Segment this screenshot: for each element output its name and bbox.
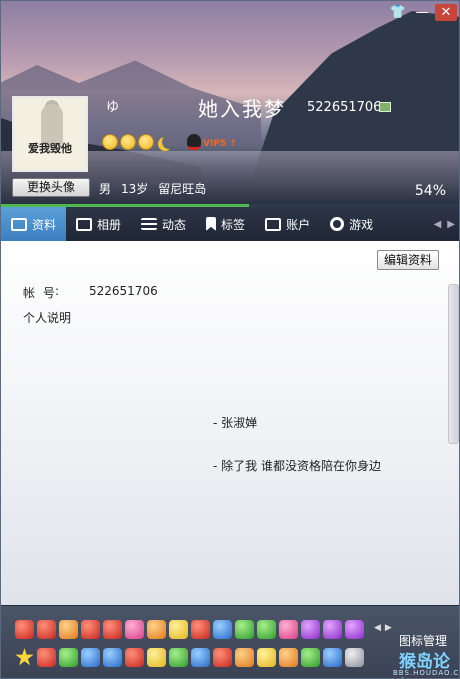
icon-bar-right-icon[interactable]: ▶	[385, 623, 392, 633]
profile-header: 👕 — ✕ 爱我毁他 更换头像 ゆ 她入我梦 522651706 VIP5 ↑ …	[1, 1, 459, 206]
qq-number-copy-icon[interactable]	[379, 102, 391, 112]
tab-scroll-right-icon[interactable]: ▶	[447, 219, 455, 230]
nickname-mark: ゆ	[106, 100, 120, 115]
smile-icon[interactable]	[102, 134, 118, 150]
tab-account[interactable]: 账户	[255, 207, 320, 241]
service-star-icon[interactable]	[15, 648, 34, 666]
minimize-button[interactable]: —	[411, 4, 433, 21]
qq-number: 522651706	[307, 100, 382, 115]
service-yellow-icon[interactable]	[169, 620, 188, 639]
service-red-icon[interactable]	[191, 620, 210, 639]
smile-icon[interactable]	[138, 134, 154, 150]
signature-line-2: - 除了我 谁都没资格陪在你身边	[213, 459, 381, 473]
account-colon: :	[55, 284, 60, 298]
service-orange-icon[interactable]	[279, 648, 298, 667]
avatar[interactable]: 爱我毁他	[12, 96, 88, 172]
tab-account-label: 账户	[286, 217, 311, 232]
tab-profile[interactable]: 资料	[1, 207, 67, 241]
qq-penguin-icon[interactable]	[187, 134, 201, 150]
service-orange-icon[interactable]	[147, 620, 166, 639]
qq-profile-window: 👕 — ✕ 爱我毁他 更换头像 ゆ 她入我梦 522651706 VIP5 ↑ …	[0, 0, 460, 679]
gender: 男	[99, 182, 112, 196]
status-emoticons	[102, 134, 176, 150]
window-controls: 👕 — ✕	[387, 4, 457, 21]
service-purple-icon[interactable]	[301, 620, 320, 639]
service-green-icon[interactable]	[169, 648, 188, 667]
service-icons-row-1	[15, 620, 364, 639]
service-purple-icon[interactable]	[323, 620, 342, 639]
location: 留尼旺岛	[158, 182, 207, 196]
service-icon-bar: ◀ ▶ 图标管理 猴岛论坛 BBS.HOUDAO.COM	[1, 605, 460, 678]
feed-list-icon	[141, 218, 158, 230]
personal-description-label: 个人说明	[23, 311, 72, 325]
service-green-icon[interactable]	[235, 620, 254, 639]
tab-scroll: ◀ ▶	[434, 207, 459, 241]
tab-tags-label: 标签	[221, 217, 246, 232]
icon-bar-left-icon[interactable]: ◀	[374, 623, 381, 633]
service-yellow-icon[interactable]	[257, 648, 276, 667]
service-pink-icon[interactable]	[279, 620, 298, 639]
skin-icon[interactable]: 👕	[387, 4, 409, 21]
profile-tabs: 资料 相册 动态 标签 账户 游戏 ◀ ▶	[1, 207, 459, 241]
service-yellow-icon[interactable]	[147, 648, 166, 667]
change-avatar-button[interactable]: 更换头像	[12, 178, 90, 197]
tab-album-label: 相册	[97, 217, 122, 232]
tab-album[interactable]: 相册	[66, 207, 131, 241]
account-label: 帐 号	[23, 286, 57, 300]
profile-card-icon	[11, 217, 27, 231]
account-value: 522651706	[89, 284, 158, 298]
tab-tags[interactable]: 标签	[196, 207, 255, 241]
service-red-icon[interactable]	[37, 648, 56, 667]
tab-profile-label: 资料	[32, 217, 57, 232]
content-scrollbar[interactable]	[448, 284, 459, 444]
tab-games[interactable]: 游戏	[320, 207, 383, 241]
vip-badge[interactable]: VIP5 ↑	[203, 139, 237, 149]
close-button[interactable]: ✕	[435, 4, 457, 21]
profile-completeness: 54%	[414, 183, 446, 199]
service-blue-icon[interactable]	[103, 648, 122, 667]
service-blue-icon[interactable]	[81, 648, 100, 667]
wallet-icon	[265, 217, 282, 231]
basic-info: 男 13岁 留尼旺岛	[99, 180, 206, 197]
service-orange-icon[interactable]	[59, 620, 78, 639]
service-blue-icon[interactable]	[213, 620, 232, 639]
service-blue-icon[interactable]	[323, 648, 342, 667]
service-pink-icon[interactable]	[125, 620, 144, 639]
service-red-icon[interactable]	[81, 620, 100, 639]
service-red-icon[interactable]	[125, 648, 144, 667]
smile-icon[interactable]	[120, 134, 136, 150]
nickname: 她入我梦	[198, 97, 286, 121]
forum-watermark-url: BBS.HOUDAO.COM	[393, 669, 460, 677]
signature-line-1: - 张淑婵	[213, 416, 258, 430]
bookmark-icon	[206, 217, 217, 231]
profile-content: 编辑资料 帐 号 : 522651706 个人说明 - 张淑婵 - 除了我 谁都…	[1, 241, 459, 605]
service-orange-icon[interactable]	[235, 648, 254, 667]
age: 13岁	[121, 182, 149, 196]
tab-games-label: 游戏	[349, 217, 374, 232]
service-red-icon[interactable]	[15, 620, 34, 639]
gear-icon	[330, 217, 345, 231]
tab-feed[interactable]: 动态	[131, 207, 196, 241]
avatar-caption: 爱我毁他	[28, 142, 72, 155]
service-green-icon[interactable]	[301, 648, 320, 667]
service-purple-icon[interactable]	[345, 620, 364, 639]
service-red-icon[interactable]	[37, 620, 56, 639]
tab-scroll-left-icon[interactable]: ◀	[434, 219, 442, 230]
service-green-icon[interactable]	[257, 620, 276, 639]
service-blue-icon[interactable]	[191, 648, 210, 667]
icon-bar-scroll: ◀ ▶	[374, 623, 392, 633]
photo-album-icon	[76, 217, 93, 231]
tab-feed-label: 动态	[162, 217, 187, 232]
service-red-icon[interactable]	[213, 648, 232, 667]
edit-profile-button[interactable]: 编辑资料	[377, 250, 439, 270]
service-green-icon[interactable]	[59, 648, 78, 667]
service-red-icon[interactable]	[103, 620, 122, 639]
service-gray-icon[interactable]	[345, 648, 364, 667]
service-icons-row-2	[15, 648, 364, 667]
moon-icon[interactable]	[162, 135, 176, 149]
